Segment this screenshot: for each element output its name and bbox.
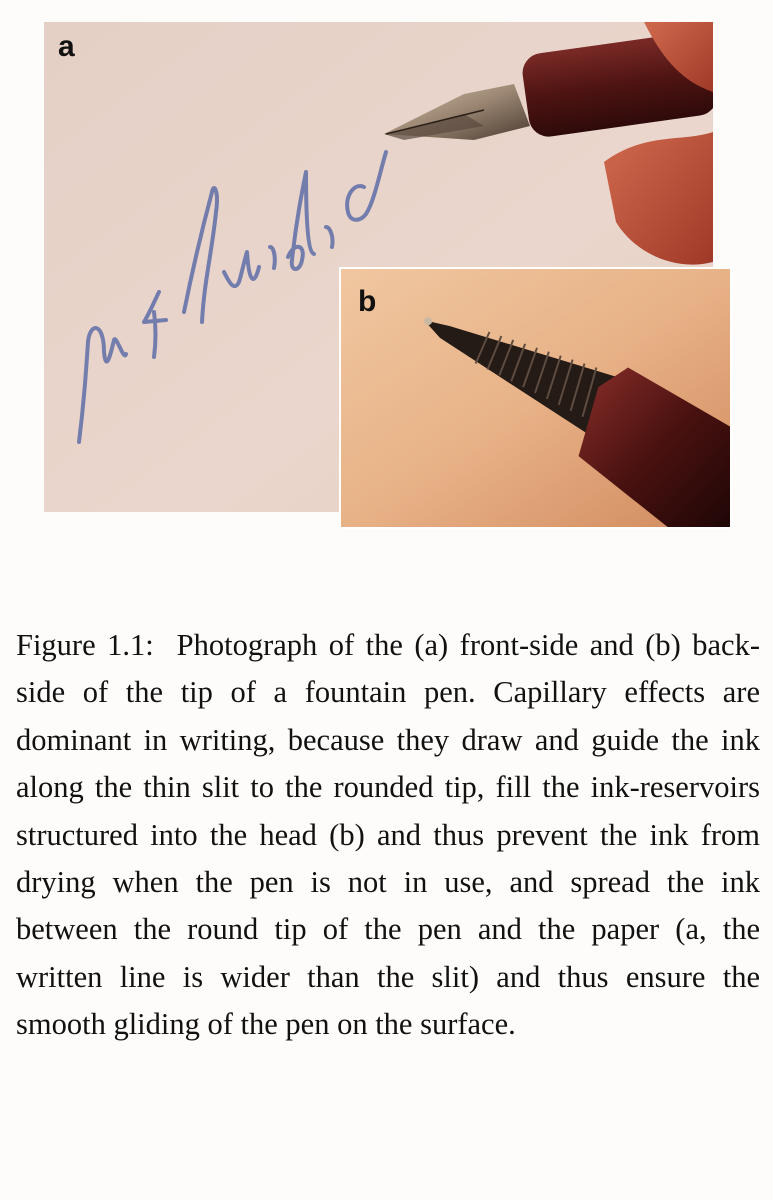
figure-caption: Figure 1.1: Photograph of the (a) front-…	[16, 622, 760, 1049]
panel-a-label: a	[58, 30, 75, 63]
figure-label: Figure 1.1:	[16, 628, 154, 662]
photo-panel-b: b	[339, 267, 732, 529]
caption-text: Photograph of the (a) front-side and (b)…	[16, 628, 761, 1042]
fountain-pen-back-photo	[341, 269, 730, 527]
panel-b-label: b	[358, 285, 377, 318]
